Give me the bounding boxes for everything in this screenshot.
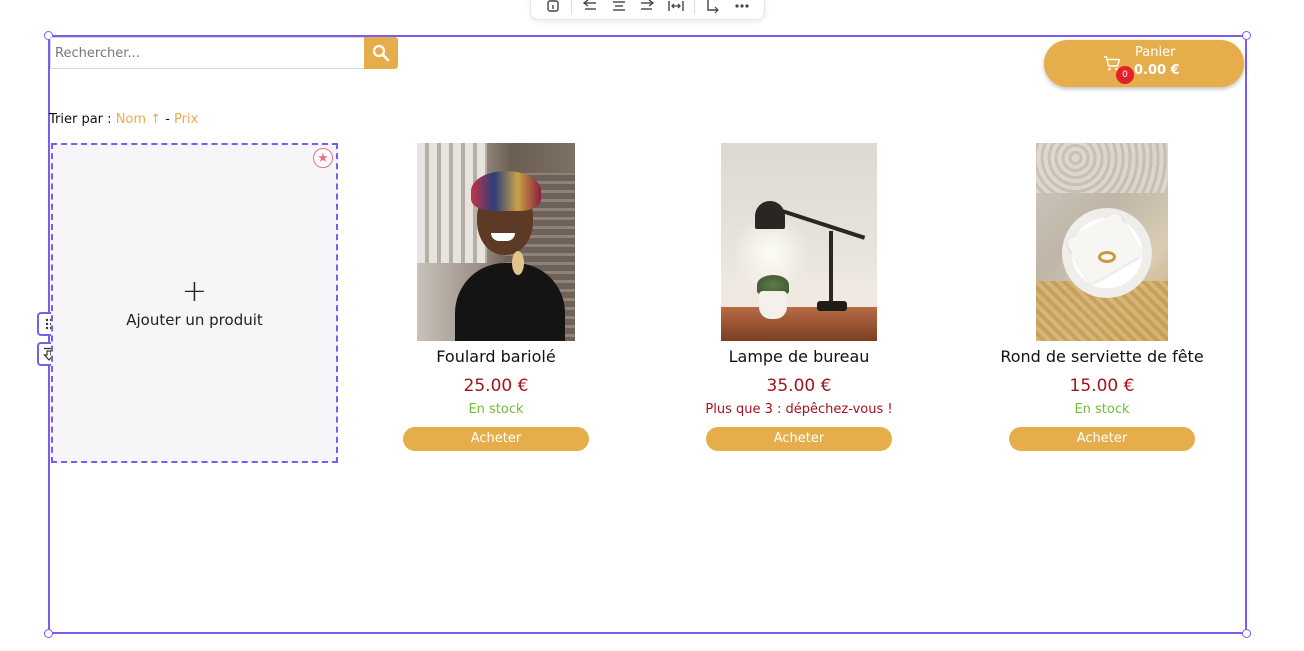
cart-total: 0.00 € (1134, 63, 1180, 78)
more-icon[interactable] (731, 0, 753, 16)
buy-button[interactable]: Acheter (1009, 427, 1195, 451)
resize-handle-bottom-left[interactable] (44, 629, 53, 638)
add-product-card[interactable]: ★ + Ajouter un produit (51, 143, 338, 463)
stock-status: En stock (1074, 402, 1130, 417)
toolbar-separator (693, 0, 695, 14)
product-name[interactable]: Rond de serviette de fête (972, 347, 1232, 366)
search-bar (50, 37, 398, 69)
sort-separator: - (165, 112, 170, 127)
sort-label: Trier par : (49, 112, 112, 127)
sort-by-name-link[interactable]: Nom ↑ (116, 112, 161, 127)
buy-button[interactable]: Acheter (403, 427, 589, 451)
align-center-icon[interactable] (608, 0, 630, 16)
product-card: Lampe de bureau 35.00 € Plus que 3 : dép… (669, 143, 929, 451)
info-icon[interactable] (542, 0, 564, 16)
stretch-icon[interactable] (665, 0, 687, 16)
product-image-lamp[interactable] (721, 143, 877, 341)
product-name[interactable]: Foulard bariolé (366, 347, 626, 366)
product-image-scarf[interactable] (417, 143, 575, 341)
product-price: 15.00 € (1069, 376, 1135, 396)
product-name[interactable]: Lampe de bureau (669, 347, 929, 366)
cart-label: Panier (1135, 45, 1176, 60)
element-toolbar (530, 0, 765, 20)
sort-by-price-link[interactable]: Prix (174, 112, 198, 127)
star-icon[interactable]: ★ (313, 148, 333, 168)
product-card: Foulard bariolé 25.00 € En stock Acheter (366, 143, 626, 451)
align-right-icon[interactable] (636, 0, 658, 16)
align-left-icon[interactable] (579, 0, 601, 16)
stock-status: Plus que 3 : dépêchez-vous ! (705, 402, 893, 417)
resize-handle-bottom-right[interactable] (1242, 629, 1251, 638)
sort-controls: Trier par : Nom ↑ - Prix (49, 112, 198, 127)
search-icon (372, 44, 390, 62)
resize-icon[interactable] (702, 0, 724, 16)
add-product-label: Ajouter un produit (126, 311, 263, 329)
search-input[interactable] (50, 37, 364, 69)
cart-button[interactable]: 0 Panier 0.00 € (1044, 40, 1244, 87)
toolbar-separator (571, 0, 573, 14)
product-image-napkin-ring[interactable] (1036, 143, 1168, 341)
resize-handle-top-right[interactable] (1242, 31, 1251, 40)
stock-status: En stock (468, 402, 524, 417)
plus-icon: + (181, 274, 208, 309)
search-button[interactable] (364, 37, 398, 69)
product-price: 35.00 € (766, 376, 832, 396)
cart-count-badge: 0 (1116, 66, 1134, 84)
buy-button[interactable]: Acheter (706, 427, 892, 451)
product-card: Rond de serviette de fête 15.00 € En sto… (972, 143, 1232, 451)
product-price: 25.00 € (463, 376, 529, 396)
